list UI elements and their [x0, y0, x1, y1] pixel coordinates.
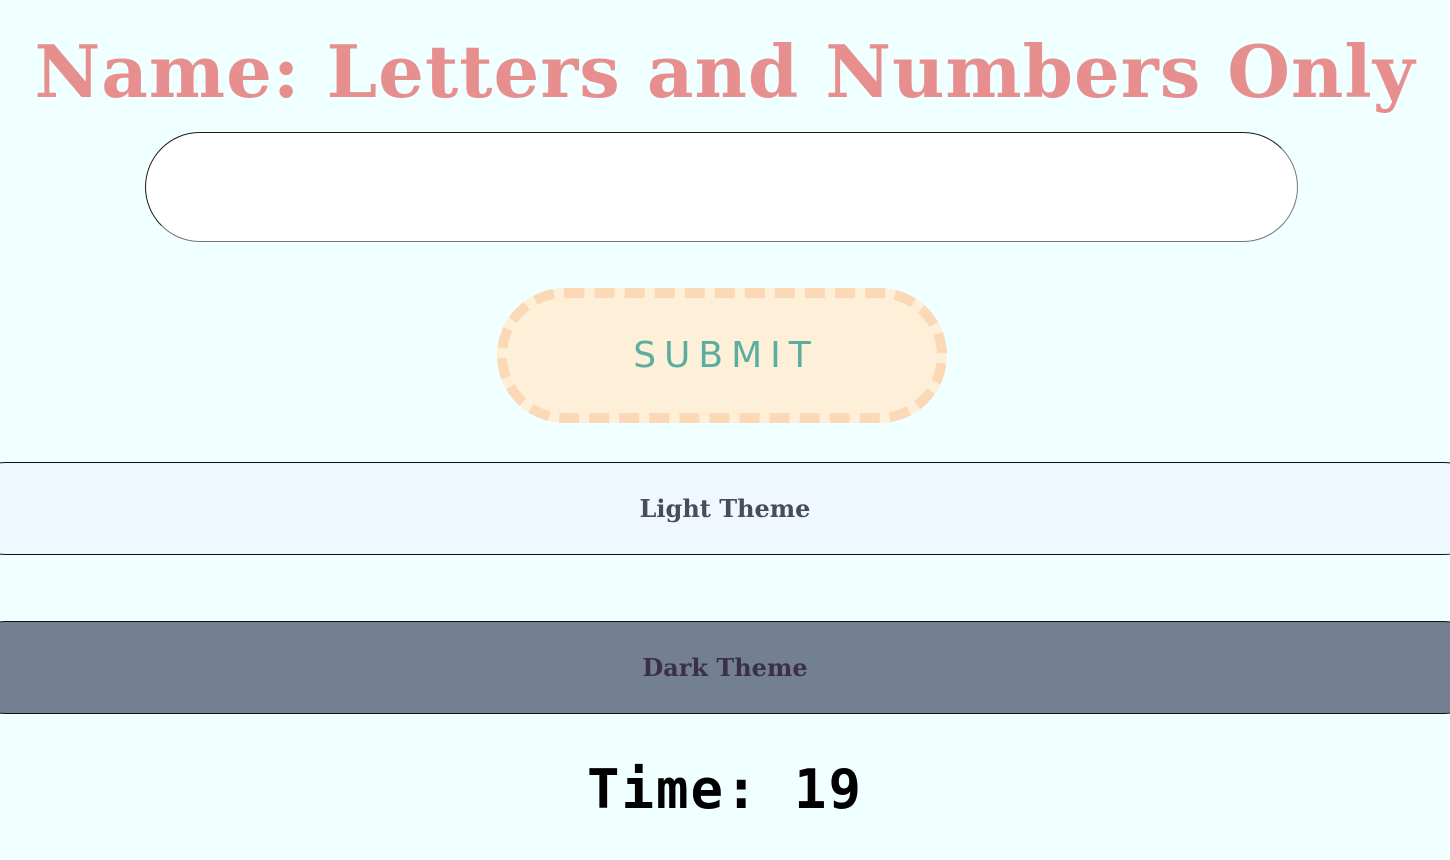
timer: Time: 19 [0, 755, 1450, 825]
dark-theme-label: Dark Theme [642, 653, 808, 682]
name-input[interactable] [145, 132, 1298, 242]
submit-button-label: SUBMIT [633, 335, 819, 376]
timer-value: 19 [794, 758, 864, 821]
page: Name: Letters and Numbers Only SUBMIT Li… [0, 0, 1450, 860]
light-theme-label: Light Theme [639, 494, 811, 523]
submit-button[interactable]: SUBMIT [497, 288, 947, 423]
page-title: Name: Letters and Numbers Only [34, 29, 1416, 114]
dark-theme-button[interactable]: Dark Theme [0, 621, 1450, 714]
timer-label: Time: [586, 758, 760, 821]
light-theme-button[interactable]: Light Theme [0, 462, 1450, 555]
